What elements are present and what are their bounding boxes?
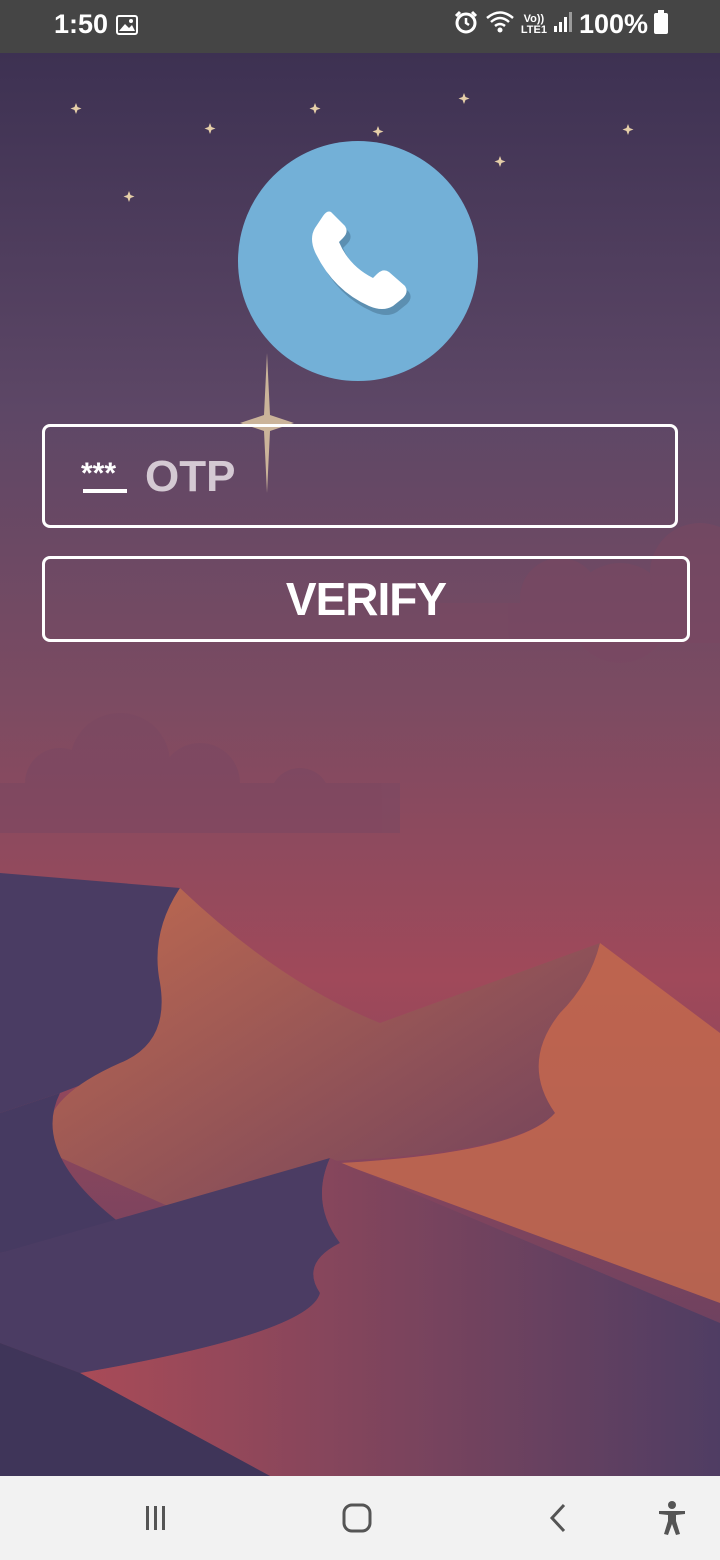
battery-percent: 100% [578,9,648,39]
wifi-icon [485,10,515,39]
alarm-icon [453,9,479,40]
network-label-bottom: LTE1 [520,23,547,36]
navigation-bar [0,1476,720,1560]
svg-text:***: *** [81,457,116,490]
back-icon[interactable] [538,1498,578,1538]
status-bar: 1:50 Vo)) LTE1 100% [0,0,720,53]
verify-button[interactable]: VERIFY [42,556,690,642]
otp-field[interactable]: *** [42,424,678,528]
network-label-top: Vo)) [523,12,545,25]
status-icons: Vo)) LTE1 100% [453,9,668,40]
home-icon[interactable] [337,1498,377,1538]
password-dots-icon: *** [81,455,131,497]
network-type: Vo)) LTE1 [520,12,547,36]
recent-apps-icon[interactable] [136,1498,176,1538]
accessibility-icon[interactable] [652,1498,692,1538]
status-time: 1:50 [54,9,109,39]
phone-icon [293,194,423,329]
signal-icon [553,11,573,38]
battery-icon [654,10,668,39]
phone-avatar [238,141,478,381]
otp-input[interactable] [143,427,647,527]
gallery-icon [116,15,138,40]
